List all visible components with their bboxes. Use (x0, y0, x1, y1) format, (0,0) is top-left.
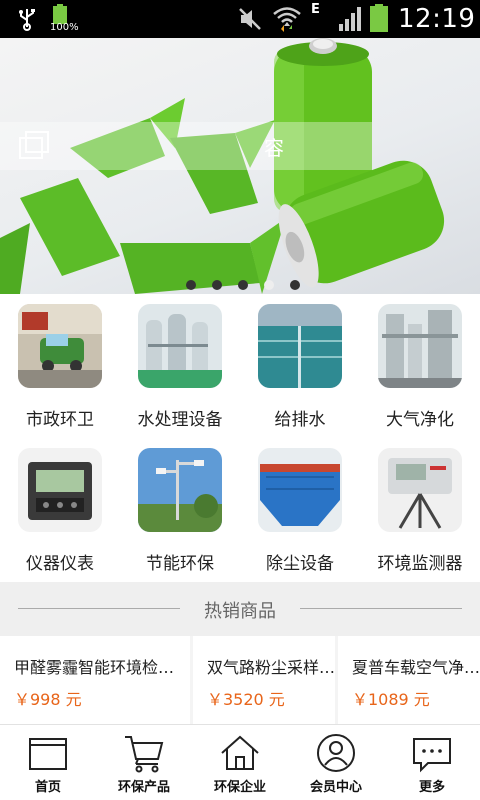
banner-dot-2[interactable] (212, 280, 222, 290)
street-light-image (138, 448, 222, 532)
category-shuichuli-shebei[interactable]: 水处理设备 (120, 294, 240, 438)
category-label: 环境监测器 (377, 554, 463, 574)
banner-caption-text: 容 (264, 136, 284, 160)
tab-label: 首页 (34, 780, 61, 795)
category-label: 仪器仪表 (26, 554, 94, 574)
mute-icon (239, 8, 261, 30)
cart-icon (125, 736, 164, 773)
product-name: 夏普车载空气净… (352, 658, 480, 677)
banner-dot-4[interactable] (264, 280, 274, 290)
battery-icon (53, 4, 67, 24)
tab-enterprises[interactable]: 环保企业 (192, 725, 288, 800)
street-sweeper-image (18, 304, 102, 388)
tab-member-center[interactable]: 会员中心 (288, 725, 384, 800)
dust-collector-image (258, 448, 342, 532)
tab-label: 环保产品 (117, 780, 170, 795)
category-label: 除尘设备 (266, 554, 334, 574)
category-label: 市政环卫 (26, 410, 94, 430)
banner-caption-bar: 容 (0, 122, 372, 170)
usb-icon (19, 9, 35, 31)
product-card[interactable]: 双气路粉尘采样… ￥3520 元 (193, 636, 335, 724)
hot-products-header: 热销商品 (0, 582, 480, 636)
category-label: 节能环保 (146, 554, 214, 574)
category-label: 大气净化 (386, 410, 454, 430)
banner-dot-3[interactable] (238, 280, 248, 290)
more-chat-icon (413, 738, 451, 773)
category-label: 给排水 (274, 410, 326, 430)
hot-products-title: 热销商品 (204, 601, 276, 622)
environment-monitor-image (378, 448, 462, 532)
category-huanjing-jianceqi[interactable]: 环境监测器 (360, 438, 480, 582)
product-price: ￥998 元 (14, 690, 82, 709)
signal-icon (339, 7, 361, 31)
product-card[interactable]: 甲醛雾霾智能环境检… ￥998 元 (0, 636, 190, 724)
product-card[interactable]: 夏普车载空气净… ￥1089 元 (338, 636, 480, 724)
water-treatment-image (138, 304, 222, 388)
category-yiqi-yibiao[interactable]: 仪器仪表 (0, 438, 120, 582)
wifi-icon (273, 7, 301, 32)
home-monitor-icon (29, 738, 67, 770)
divider (300, 608, 462, 609)
category-label: 水处理设备 (137, 410, 223, 430)
hot-products-list: 甲醛雾霾智能环境检… ￥998 元 双气路粉尘采样… ￥3520 元 夏普车载空… (0, 636, 480, 724)
clock-time: 12:19 (398, 4, 476, 34)
tab-label: 更多 (418, 780, 445, 795)
caption-logo-icon (19, 131, 49, 159)
banner-dot-1[interactable] (186, 280, 196, 290)
network-type-label: E (311, 2, 320, 17)
tab-more[interactable]: 更多 (384, 725, 480, 800)
water-drainage-image (258, 304, 342, 388)
house-icon (221, 735, 259, 770)
category-shizheng-huanwei[interactable]: 市政环卫 (0, 294, 120, 438)
user-icon (317, 734, 355, 772)
promo-banner[interactable]: 容 (0, 38, 480, 294)
banner-dot-5[interactable] (290, 280, 300, 290)
product-name: 甲醛雾霾智能环境检… (14, 658, 175, 677)
product-price: ￥3520 元 (207, 690, 285, 709)
instrument-meter-image (18, 448, 102, 532)
product-price: ￥1089 元 (352, 690, 430, 709)
tab-label: 环保企业 (213, 780, 266, 795)
bottom-nav: 首页 环保产品 环保企业 会员中心 更多 (0, 724, 480, 800)
category-geipaishui[interactable]: 给排水 (240, 294, 360, 438)
tab-home[interactable]: 首页 (0, 725, 96, 800)
air-purification-image (378, 304, 462, 388)
divider (18, 608, 180, 609)
category-daqi-jinghua[interactable]: 大气净化 (360, 294, 480, 438)
category-jieneng-huanbao[interactable]: 节能环保 (120, 438, 240, 582)
battery-level-label: 100% (50, 22, 79, 33)
tab-products[interactable]: 环保产品 (96, 725, 192, 800)
category-chuchen-shebei[interactable]: 除尘设备 (240, 438, 360, 582)
battery-icon (370, 4, 388, 32)
status-bar: 100% E 12:19 (0, 0, 480, 38)
product-name: 双气路粉尘采样… (207, 658, 335, 677)
tab-label: 会员中心 (309, 780, 362, 795)
